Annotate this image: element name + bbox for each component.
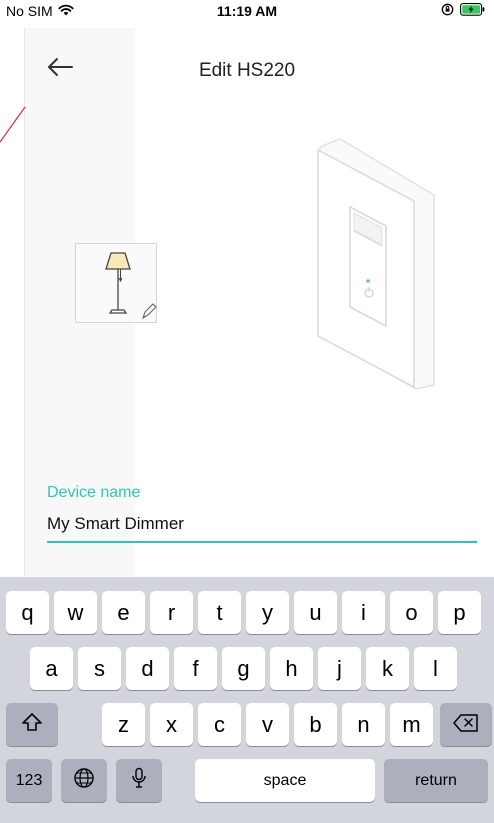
key-l[interactable]: l	[414, 647, 457, 690]
key-j[interactable]: j	[318, 647, 361, 690]
switch-illustration	[300, 135, 460, 390]
key-v[interactable]: v	[246, 703, 289, 746]
keyboard-row-4: 123 space return	[0, 759, 494, 803]
delete-backspace-icon	[453, 712, 479, 738]
key-g[interactable]: g	[222, 647, 265, 690]
globe-icon	[73, 767, 95, 795]
key-p[interactable]: p	[438, 591, 481, 634]
key-k[interactable]: k	[366, 647, 409, 690]
status-right	[441, 3, 486, 19]
keyboard-row-3: z x c v b n m	[0, 703, 494, 747]
key-u[interactable]: u	[294, 591, 337, 634]
device-name-input[interactable]	[47, 508, 477, 540]
key-q[interactable]: q	[6, 591, 49, 634]
navigation-header: Edit HS220	[0, 44, 494, 94]
globe-key[interactable]	[61, 759, 107, 802]
key-x[interactable]: x	[150, 703, 193, 746]
shift-key[interactable]	[6, 703, 58, 746]
key-i[interactable]: i	[342, 591, 385, 634]
key-b[interactable]: b	[294, 703, 337, 746]
onscreen-keyboard: q w e r t y u i o p a s d f g h j k l z …	[0, 577, 494, 823]
floor-lamp-icon	[105, 252, 157, 320]
battery-charging-icon	[460, 3, 486, 19]
key-t[interactable]: t	[198, 591, 241, 634]
orientation-lock-icon	[441, 3, 454, 19]
key-z[interactable]: z	[102, 703, 145, 746]
key-n[interactable]: n	[342, 703, 385, 746]
numbers-key[interactable]: 123	[6, 759, 52, 802]
microphone-icon	[131, 767, 147, 795]
divider	[24, 28, 25, 576]
page-title: Edit HS220	[198, 60, 296, 81]
keyboard-row-1: q w e r t y u i o p	[0, 591, 494, 635]
key-c[interactable]: c	[198, 703, 241, 746]
key-o[interactable]: o	[390, 591, 433, 634]
device-name-underline	[47, 541, 477, 543]
pencil-icon	[142, 303, 157, 320]
status-time: 11:19 AM	[216, 3, 278, 19]
shift-icon	[21, 712, 43, 738]
key-m[interactable]: m	[390, 703, 433, 746]
status-bar: No SIM 11:19 AM	[0, 0, 494, 24]
key-s[interactable]: s	[78, 647, 121, 690]
edit-device-screen: No SIM 11:19 AM Edit HS220 Device name M…	[0, 0, 494, 823]
delete-key[interactable]	[440, 703, 492, 746]
device-icon-picker[interactable]	[75, 243, 157, 323]
key-e[interactable]: e	[102, 591, 145, 634]
device-name-label: Device name	[47, 484, 141, 501]
key-w[interactable]: w	[54, 591, 97, 634]
key-a[interactable]: a	[30, 647, 73, 690]
key-d[interactable]: d	[126, 647, 169, 690]
keyboard-row-2: a s d f g h j k l	[0, 647, 494, 691]
return-key[interactable]: return	[384, 759, 488, 802]
key-f[interactable]: f	[174, 647, 217, 690]
key-h[interactable]: h	[270, 647, 313, 690]
key-r[interactable]: r	[150, 591, 193, 634]
key-y[interactable]: y	[246, 591, 289, 634]
space-key[interactable]: space	[195, 759, 375, 802]
dictation-key[interactable]	[116, 759, 162, 802]
